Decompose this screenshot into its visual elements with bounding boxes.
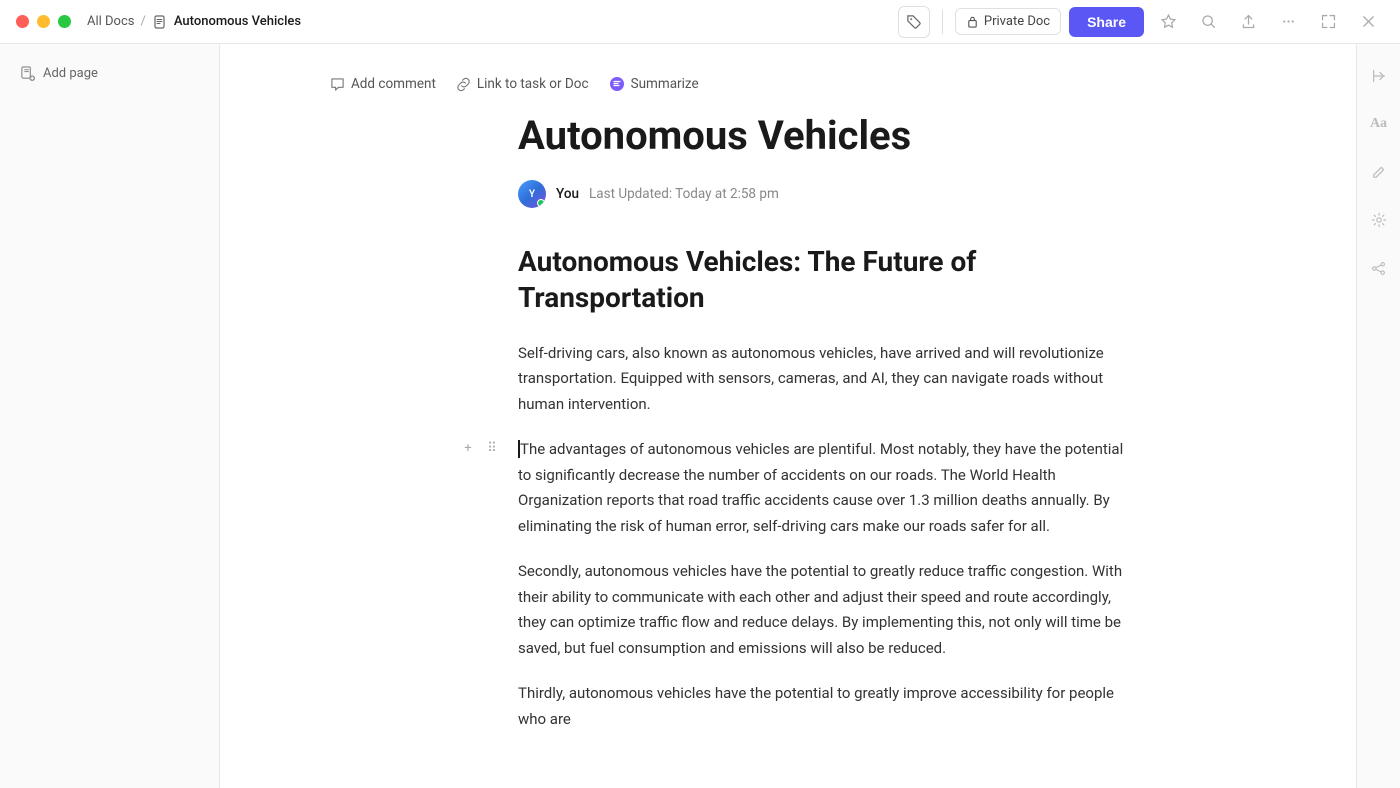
add-comment-button[interactable]: Add comment xyxy=(330,76,436,92)
doc-paragraph-2-text: The advantages of autonomous vehicles ar… xyxy=(518,440,1123,535)
doc-paragraph-4[interactable]: Thirdly, autonomous vehicles have the po… xyxy=(518,681,1128,732)
doc-paragraph-3[interactable]: Secondly, autonomous vehicles have the p… xyxy=(518,559,1128,661)
summarize-button[interactable]: Summarize xyxy=(609,76,699,92)
doc-icon xyxy=(152,14,168,30)
private-doc-badge[interactable]: Private Doc xyxy=(955,8,1061,35)
doc-meta: Y You Last Updated: Today at 2:58 pm xyxy=(518,180,1128,208)
drag-block-button[interactable]: ⠿ xyxy=(482,439,502,459)
main-content[interactable]: Add comment Link to task or Doc Summariz… xyxy=(220,44,1356,788)
breadcrumb: All Docs / Autonomous Vehicles xyxy=(87,14,898,30)
close-window-button[interactable] xyxy=(1352,6,1384,38)
right-panel: Aa xyxy=(1356,44,1400,788)
separator xyxy=(942,10,943,34)
link-label: Link to task or Doc xyxy=(477,76,589,92)
favorite-button[interactable] xyxy=(1152,6,1184,38)
minimize-button[interactable] xyxy=(37,15,50,28)
private-doc-label: Private Doc xyxy=(984,14,1050,29)
add-comment-label: Add comment xyxy=(351,76,436,92)
block-controls: + ⠿ xyxy=(458,439,502,459)
expand-button[interactable] xyxy=(1312,6,1344,38)
close-button[interactable] xyxy=(16,15,29,28)
app-body: Add page Add comment Link to task or Doc xyxy=(0,44,1400,788)
add-page-label: Add page xyxy=(43,66,98,81)
doc-title[interactable]: Autonomous Vehicles xyxy=(518,112,1128,160)
breadcrumb-separator: / xyxy=(141,14,146,29)
breadcrumb-doc-title: Autonomous Vehicles xyxy=(174,14,301,29)
panel-collapse-icon[interactable] xyxy=(1363,60,1395,92)
title-bar: All Docs / Autonomous Vehicles Priv xyxy=(0,0,1400,44)
share-panel-icon[interactable] xyxy=(1363,252,1395,284)
more-options-button[interactable] xyxy=(1272,6,1304,38)
doc-paragraph-1[interactable]: Self-driving cars, also known as autonom… xyxy=(518,341,1128,418)
font-size-icon[interactable]: Aa xyxy=(1363,108,1395,140)
doc-area: Autonomous Vehicles Y You Last Updated: … xyxy=(408,112,1168,732)
title-bar-actions: Private Doc Share xyxy=(898,6,1384,38)
share-button[interactable]: Share xyxy=(1069,7,1144,37)
author-avatar: Y xyxy=(518,180,546,208)
add-block-button[interactable]: + xyxy=(458,439,478,459)
settings-icon[interactable] xyxy=(1363,204,1395,236)
summarize-label: Summarize xyxy=(631,76,699,92)
doc-heading: Autonomous Vehicles: The Future of Trans… xyxy=(518,244,1128,317)
tag-button[interactable] xyxy=(898,6,930,38)
edit-icon[interactable] xyxy=(1363,156,1395,188)
doc-author: You xyxy=(556,186,579,202)
traffic-lights xyxy=(16,15,71,28)
search-button[interactable] xyxy=(1192,6,1224,38)
export-button[interactable] xyxy=(1232,6,1264,38)
doc-paragraph-2[interactable]: + ⠿ The advantages of autonomous vehicle… xyxy=(518,437,1128,539)
doc-updated: Last Updated: Today at 2:58 pm xyxy=(589,186,779,202)
online-indicator xyxy=(537,199,545,207)
add-page-button[interactable]: Add page xyxy=(12,60,207,87)
doc-toolbar: Add comment Link to task or Doc Summariz… xyxy=(220,76,1356,112)
link-button[interactable]: Link to task or Doc xyxy=(456,76,589,92)
breadcrumb-home[interactable]: All Docs xyxy=(87,14,135,29)
maximize-button[interactable] xyxy=(58,15,71,28)
sidebar: Add page xyxy=(0,44,220,788)
